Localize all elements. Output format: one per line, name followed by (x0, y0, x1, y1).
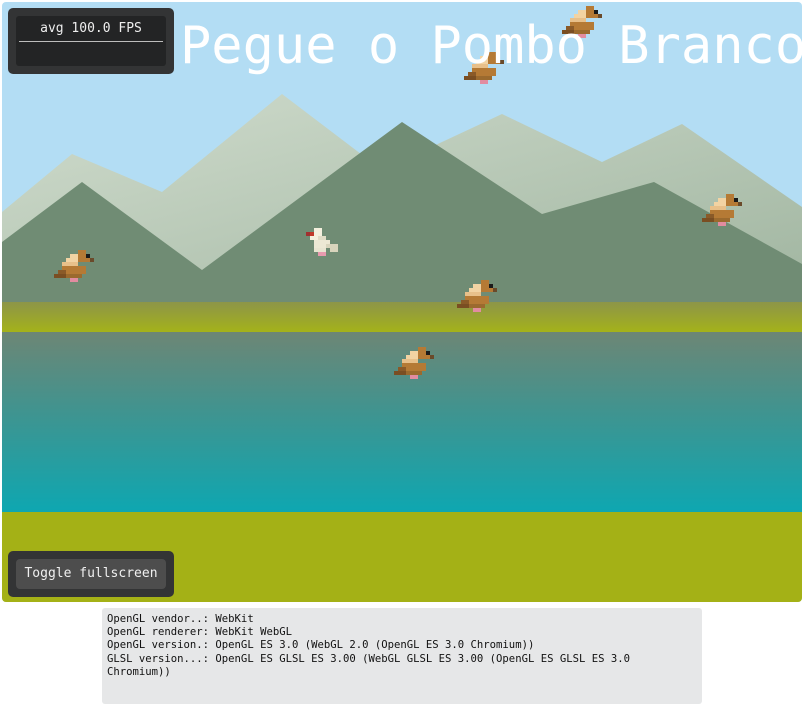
game-canvas[interactable]: Pegue o Pombo Branco! avg 100.0 FPS Togg… (2, 2, 802, 602)
game-title: Pegue o Pombo Branco! (180, 16, 802, 76)
fullscreen-panel: Toggle fullscreen (8, 551, 174, 597)
opengl-renderer: OpenGL renderer: WebKit WebGL (107, 626, 292, 639)
toggle-fullscreen-button[interactable]: Toggle fullscreen (16, 559, 166, 589)
fps-divider (19, 41, 163, 42)
game-scene (2, 2, 802, 602)
shore-strip (2, 302, 802, 332)
fps-panel: avg 100.0 FPS (8, 8, 174, 74)
fps-graph: avg 100.0 FPS (16, 16, 166, 66)
opengl-info-panel: OpenGL vendor..: WebKit OpenGL renderer:… (102, 608, 702, 704)
opengl-vendor: OpenGL vendor..: WebKit (107, 613, 254, 625)
opengl-version: OpenGL version.: OpenGL ES 3.0 (WebGL 2.… (107, 639, 535, 652)
fps-counter: avg 100.0 FPS (40, 21, 142, 36)
glsl-version: GLSL version...: OpenGL ES GLSL ES 3.00 … (107, 652, 637, 678)
